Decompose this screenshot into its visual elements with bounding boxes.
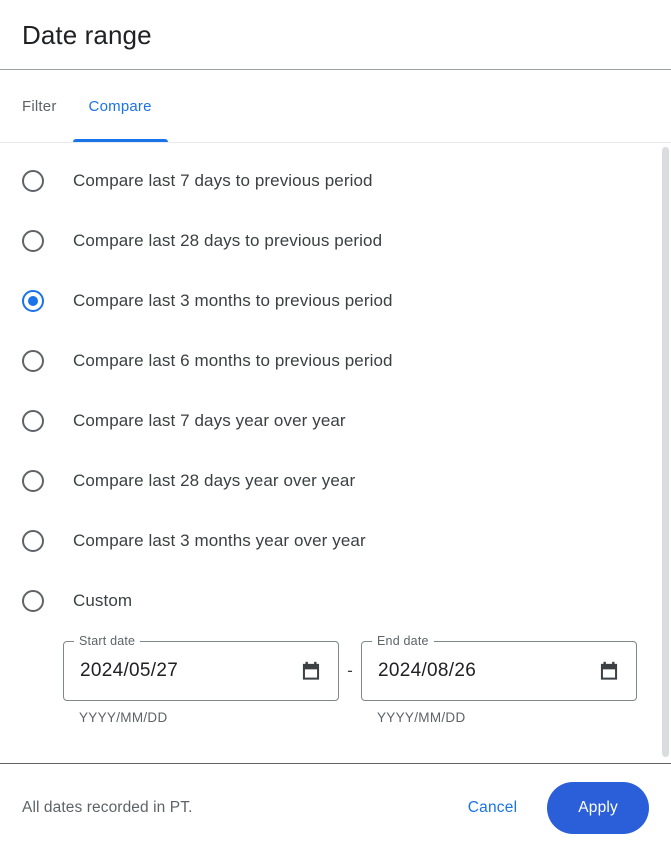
start-date-group: Start date YYYY/MM/DD (63, 641, 339, 725)
option-row-last-6-months-previous[interactable]: Compare last 6 months to previous period (0, 331, 671, 391)
end-date-helper: YYYY/MM/DD (377, 710, 637, 725)
option-label: Compare last 28 days to previous period (73, 231, 382, 251)
option-label: Compare last 7 days year over year (73, 411, 346, 431)
vertical-scrollbar[interactable] (662, 143, 671, 763)
date-range-dialog: Date range Filter Compare Compare last 7… (0, 0, 671, 851)
tab-compare[interactable]: Compare (73, 70, 168, 142)
option-label: Compare last 3 months year over year (73, 531, 366, 551)
option-row-custom[interactable]: Custom (0, 571, 671, 631)
start-date-helper: YYYY/MM/DD (79, 710, 339, 725)
apply-button[interactable]: Apply (547, 782, 649, 834)
tab-bar: Filter Compare (0, 70, 671, 142)
tab-filter-label: Filter (22, 98, 57, 115)
option-row-last-28-days-yoy[interactable]: Compare last 28 days year over year (0, 451, 671, 511)
compare-options-group: Compare last 7 days to previous period C… (0, 151, 671, 631)
radio-icon[interactable] (22, 170, 44, 192)
radio-icon[interactable] (22, 410, 44, 432)
option-row-last-7-days-previous[interactable]: Compare last 7 days to previous period (0, 151, 671, 211)
end-date-group: End date YYYY/MM/DD (361, 641, 637, 725)
option-row-last-3-months-previous[interactable]: Compare last 3 months to previous period (0, 271, 671, 331)
dialog-footer: All dates recorded in PT. Cancel Apply (0, 764, 671, 851)
option-row-last-7-days-yoy[interactable]: Compare last 7 days year over year (0, 391, 671, 451)
dialog-body: Compare last 7 days to previous period C… (0, 143, 671, 763)
start-date-field[interactable]: Start date (63, 641, 339, 701)
calendar-icon[interactable] (598, 660, 620, 682)
option-label: Custom (73, 591, 132, 611)
footer-actions: Cancel Apply (462, 782, 649, 834)
end-date-field[interactable]: End date (361, 641, 637, 701)
radio-icon[interactable] (22, 470, 44, 492)
page-title: Date range (22, 20, 152, 50)
custom-date-row: Start date YYYY/MM/DD - (0, 631, 671, 725)
tab-filter[interactable]: Filter (22, 70, 73, 142)
dialog-header: Date range (0, 0, 671, 69)
option-label: Compare last 7 days to previous period (73, 171, 373, 191)
radio-icon[interactable] (22, 350, 44, 372)
date-range-separator: - (339, 641, 361, 701)
start-date-input[interactable] (80, 660, 300, 682)
option-label: Compare last 28 days year over year (73, 471, 355, 491)
radio-icon[interactable] (22, 590, 44, 612)
cancel-button[interactable]: Cancel (462, 791, 523, 825)
option-label: Compare last 3 months to previous period (73, 291, 393, 311)
tab-compare-label: Compare (89, 98, 152, 115)
option-label: Compare last 6 months to previous period (73, 351, 393, 371)
timezone-note: All dates recorded in PT. (22, 799, 193, 817)
option-row-last-28-days-previous[interactable]: Compare last 28 days to previous period (0, 211, 671, 271)
radio-icon[interactable] (22, 530, 44, 552)
start-date-legend: Start date (74, 634, 140, 649)
radio-icon-selected[interactable] (22, 290, 44, 312)
option-row-last-3-months-yoy[interactable]: Compare last 3 months year over year (0, 511, 671, 571)
radio-icon[interactable] (22, 230, 44, 252)
end-date-legend: End date (372, 634, 434, 649)
calendar-icon[interactable] (300, 660, 322, 682)
end-date-input[interactable] (378, 660, 598, 682)
scrollbar-thumb[interactable] (662, 147, 669, 757)
